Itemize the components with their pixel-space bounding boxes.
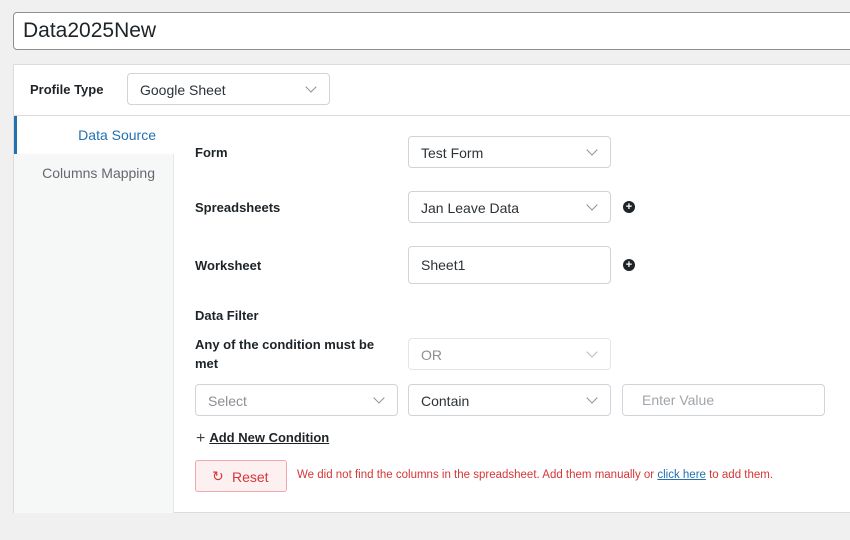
profile-type-row: Profile Type Google Sheet [14,65,850,116]
add-spreadsheet-icon[interactable]: + [623,201,635,213]
reset-label: Reset [232,469,269,485]
worksheet-label: Worksheet [195,258,262,273]
chevron-down-icon [586,144,598,156]
condition-value-input[interactable] [622,384,825,416]
spreadsheets-value: Jan Leave Data [421,200,520,216]
profile-type-select[interactable]: Google Sheet [127,73,330,105]
profile-type-label: Profile Type [30,82,104,97]
condition-match-select[interactable]: OR [408,338,611,370]
sidebar-item-label: Columns Mapping [42,165,155,181]
profile-type-value: Google Sheet [140,82,226,98]
add-new-condition-label: Add New Condition [209,430,330,445]
worksheet-input[interactable] [408,246,611,284]
sidebar-item-columns-mapping[interactable]: Columns Mapping [14,154,174,192]
chevron-down-icon [305,81,317,93]
condition-match-label: Any of the condition must be met [195,337,375,371]
spreadsheets-label: Spreadsheets [195,200,281,215]
condition-column-select[interactable]: Select [195,384,398,416]
reset-button[interactable]: ↻ Reset [195,460,287,492]
data-filter-heading: Data Filter [195,308,259,323]
condition-match-value: OR [421,347,442,363]
reset-icon: ↻ [212,468,224,484]
settings-sidebar: Data Source Columns Mapping [14,116,175,513]
form-select[interactable]: Test Form [408,136,611,168]
condition-column-placeholder: Select [208,393,247,409]
chevron-down-icon [373,392,385,404]
add-worksheet-icon[interactable]: + [623,259,635,271]
click-here-link[interactable]: click here [657,469,706,481]
chevron-down-icon [586,346,598,358]
sidebar-item-data-source[interactable]: Data Source [14,116,175,154]
plus-icon: + [196,430,206,447]
condition-operator-select[interactable]: Contain [408,384,611,416]
chevron-down-icon [586,199,598,211]
profile-settings-panel: Profile Type Google Sheet Data Source Co… [13,64,850,513]
sidebar-item-label: Data Source [78,127,156,143]
chevron-down-icon [586,392,598,404]
missing-columns-notice: We did not find the columns in the sprea… [297,469,773,481]
add-new-condition-link[interactable]: + Add New Condition [196,430,329,448]
notice-text-before: We did not find the columns in the sprea… [297,469,658,481]
profile-name-input[interactable] [13,12,850,50]
form-value: Test Form [421,145,484,161]
form-label: Form [195,145,228,160]
spreadsheets-select[interactable]: Jan Leave Data [408,191,611,223]
notice-text-after: to add them. [705,469,774,481]
condition-operator-value: Contain [421,393,470,409]
